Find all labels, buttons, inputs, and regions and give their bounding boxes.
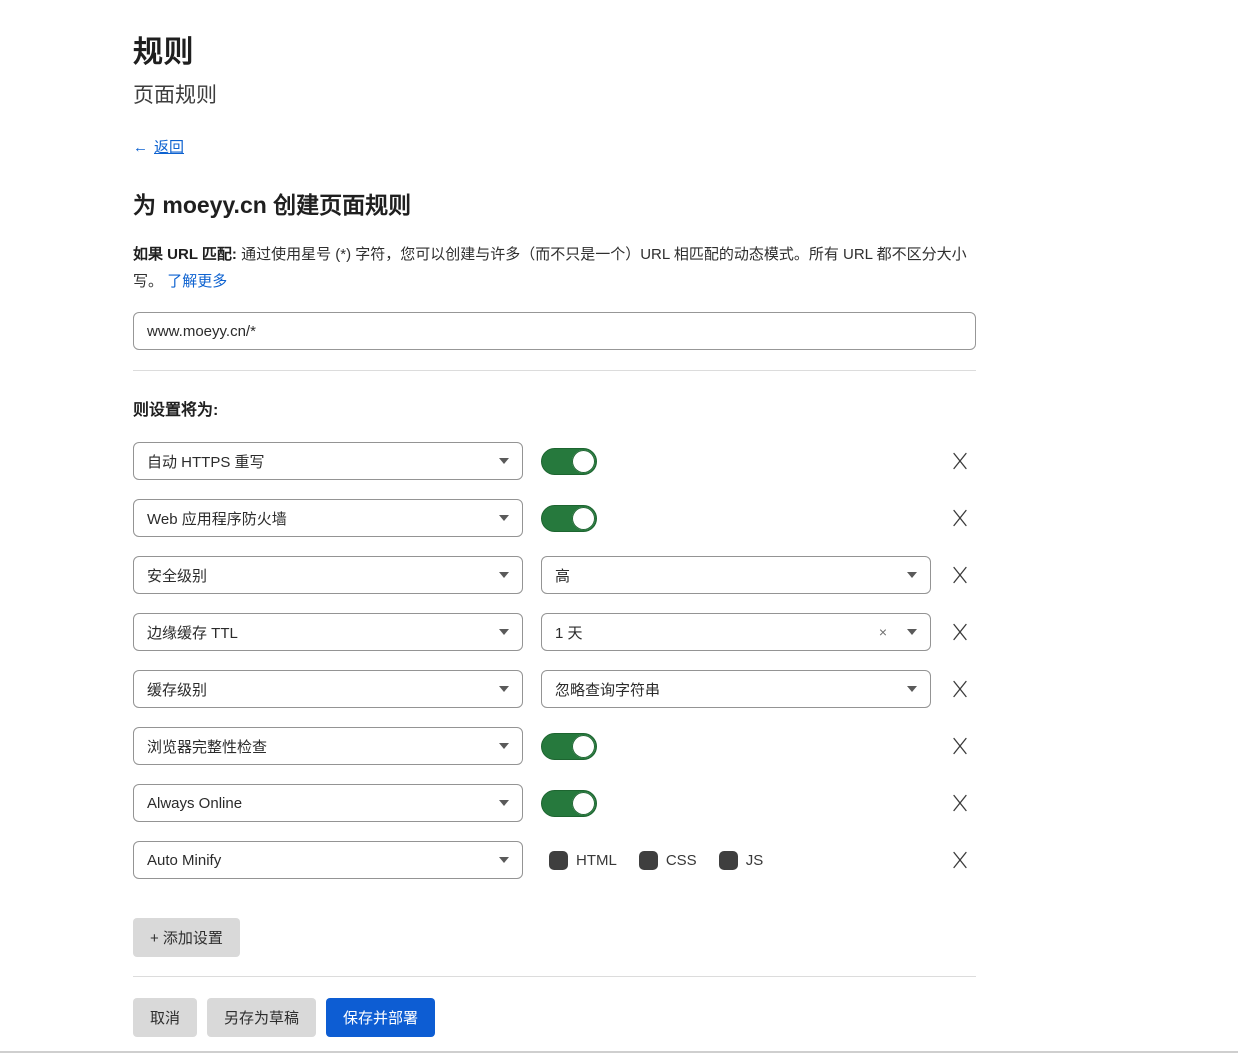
checkbox-item[interactable]: JS [719, 851, 764, 870]
setting-value-select[interactable]: 忽略查询字符串 [541, 670, 931, 708]
setting-type-select-value: 缓存级别 [147, 679, 491, 700]
remove-setting-icon[interactable] [948, 791, 972, 815]
remove-setting-icon[interactable] [948, 677, 972, 701]
remove-setting-icon[interactable] [948, 506, 972, 530]
form-title: 为 moeyy.cn 创建页面规则 [133, 186, 976, 220]
setting-type-select-value: 安全级别 [147, 565, 491, 586]
setting-value-cell [541, 505, 931, 532]
setting-type-select-value: 浏览器完整性检查 [147, 736, 491, 757]
setting-row: Web 应用程序防火墙 [133, 499, 976, 537]
url-match-description: 如果 URL 匹配: 通过使用星号 (*) 字符，您可以创建与许多（而不只是一个… [133, 241, 976, 295]
remove-setting-icon[interactable] [948, 563, 972, 587]
setting-row: 浏览器完整性检查 [133, 727, 976, 765]
toggle-on[interactable] [541, 790, 597, 817]
setting-row: 安全级别 高 [133, 556, 976, 594]
chevron-down-icon [499, 857, 509, 863]
chevron-down-icon [907, 572, 917, 578]
toggle-knob [572, 792, 595, 815]
chevron-down-icon [499, 686, 509, 692]
cancel-button[interactable]: 取消 [133, 998, 197, 1037]
chevron-down-icon [499, 458, 509, 464]
remove-setting-icon[interactable] [948, 620, 972, 644]
checkbox-item[interactable]: HTML [549, 851, 617, 870]
setting-type-select[interactable]: Auto Minify [133, 841, 523, 879]
setting-value-cell [541, 790, 931, 817]
checkbox-checked-icon[interactable] [719, 851, 738, 870]
setting-type-select[interactable]: 缓存级别 [133, 670, 523, 708]
setting-value-cell: 忽略查询字符串 [541, 670, 931, 708]
setting-row: Always Online [133, 784, 976, 822]
chevron-down-icon [499, 743, 509, 749]
setting-value-cell: 1 天× [541, 613, 931, 651]
setting-type-select[interactable]: 浏览器完整性检查 [133, 727, 523, 765]
setting-type-select[interactable]: Web 应用程序防火墙 [133, 499, 523, 537]
chevron-down-icon [499, 515, 509, 521]
learn-more-link[interactable]: 了解更多 [167, 273, 227, 290]
setting-type-select-value: Auto Minify [147, 852, 491, 869]
page-rules-form: 规则 页面规则 ← 返回 为 moeyy.cn 创建页面规则 如果 URL 匹配:… [133, 27, 976, 1037]
setting-type-select[interactable]: 边缘缓存 TTL [133, 613, 523, 651]
chevron-down-icon [499, 800, 509, 806]
setting-value-select[interactable]: 高 [541, 556, 931, 594]
toggle-on[interactable] [541, 733, 597, 760]
toggle-knob [572, 450, 595, 473]
remove-setting-icon[interactable] [948, 734, 972, 758]
chevron-down-icon [499, 629, 509, 635]
minify-checkbox-group: HTML CSS JS [541, 851, 785, 870]
settings-heading: 则设置将为: [133, 396, 976, 420]
setting-type-select-value: 边缘缓存 TTL [147, 622, 491, 643]
section-divider [133, 370, 976, 371]
setting-value-cell [541, 733, 931, 760]
url-pattern-input[interactable] [133, 312, 976, 350]
back-link[interactable]: ← 返回 [133, 139, 184, 156]
setting-type-select[interactable]: 安全级别 [133, 556, 523, 594]
setting-type-select-value: Always Online [147, 795, 491, 812]
setting-type-select-value: 自动 HTTPS 重写 [147, 451, 491, 472]
checkbox-item[interactable]: CSS [639, 851, 697, 870]
checkbox-label: HTML [576, 852, 617, 869]
checkbox-label: CSS [666, 852, 697, 869]
setting-value-cell: HTML CSS JS [541, 851, 931, 870]
setting-type-select-value: Web 应用程序防火墙 [147, 508, 491, 529]
checkbox-checked-icon[interactable] [639, 851, 658, 870]
save-draft-button[interactable]: 另存为草稿 [207, 998, 316, 1037]
setting-value-select[interactable]: 1 天× [541, 613, 931, 651]
back-row: ← 返回 [133, 136, 976, 157]
setting-type-select[interactable]: 自动 HTTPS 重写 [133, 442, 523, 480]
setting-type-select[interactable]: Always Online [133, 784, 523, 822]
chevron-down-icon [499, 572, 509, 578]
back-link-label: 返回 [154, 139, 184, 156]
setting-value-cell [541, 448, 931, 475]
chevron-down-icon [907, 686, 917, 692]
setting-row: Auto Minify HTML CSS JS [133, 841, 976, 879]
back-arrow-icon: ← [133, 139, 148, 156]
setting-value-select-value: 1 天 [555, 622, 879, 643]
setting-value-select-value: 高 [555, 565, 899, 586]
checkbox-label: JS [746, 852, 764, 869]
remove-setting-icon[interactable] [948, 449, 972, 473]
url-match-label: 如果 URL 匹配: [133, 246, 237, 263]
toggle-on[interactable] [541, 448, 597, 475]
toggle-knob [572, 735, 595, 758]
page-title: 规则 [133, 27, 976, 71]
chevron-down-icon [907, 629, 917, 635]
setting-value-select-value: 忽略查询字符串 [555, 679, 899, 700]
clear-selection-icon[interactable]: × [879, 625, 887, 639]
settings-rows: 自动 HTTPS 重写 Web 应用程序防火墙安全级别 高边缘缓存 TTL 1 天× 缓… [133, 442, 976, 879]
save-deploy-button[interactable]: 保存并部署 [326, 998, 435, 1037]
remove-setting-icon[interactable] [948, 848, 972, 872]
setting-row: 边缘缓存 TTL 1 天× [133, 613, 976, 651]
checkbox-checked-icon[interactable] [549, 851, 568, 870]
toggle-knob [572, 507, 595, 530]
toggle-on[interactable] [541, 505, 597, 532]
setting-value-cell: 高 [541, 556, 931, 594]
setting-row: 自动 HTTPS 重写 [133, 442, 976, 480]
page-bottom-divider [0, 1051, 1238, 1060]
add-setting-button[interactable]: + 添加设置 [133, 918, 240, 957]
footer-divider [133, 976, 976, 977]
page-subtitle: 页面规则 [133, 79, 976, 109]
action-buttons: 取消 另存为草稿 保存并部署 [133, 998, 976, 1037]
setting-row: 缓存级别 忽略查询字符串 [133, 670, 976, 708]
url-match-help-text: 通过使用星号 (*) 字符，您可以创建与许多（而不只是一个）URL 相匹配的动态… [133, 246, 967, 290]
